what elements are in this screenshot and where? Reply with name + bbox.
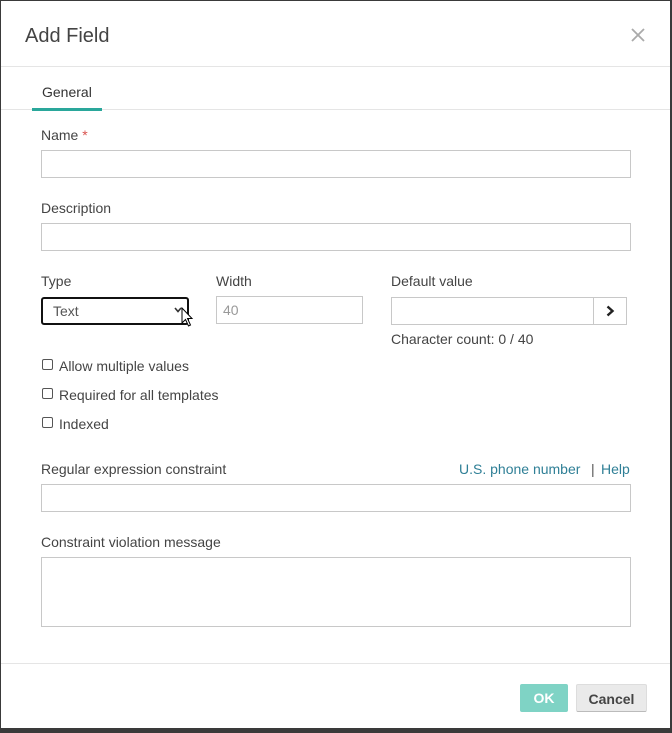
link-separator: | [591, 461, 595, 477]
dialog-title: Add Field [25, 25, 110, 47]
type-label: Type [41, 273, 72, 289]
name-input[interactable] [41, 150, 631, 178]
name-label: Name * [41, 127, 88, 143]
tab-general[interactable]: General [32, 84, 102, 111]
type-select[interactable]: Text [41, 297, 189, 325]
violation-message-textarea[interactable] [41, 557, 631, 627]
indexed-checkbox[interactable] [42, 417, 53, 428]
allow-multiple-checkbox[interactable] [42, 359, 53, 370]
default-value-input[interactable] [391, 297, 594, 325]
cancel-button[interactable]: Cancel [576, 684, 647, 712]
width-label: Width [216, 273, 252, 289]
chevron-right-icon [606, 305, 615, 317]
dialog-footer: OK Cancel [1, 663, 670, 729]
add-field-dialog: Add Field General Name * Description Typ… [1, 1, 670, 728]
type-selected-value: Text [53, 303, 79, 319]
us-phone-number-link[interactable]: U.S. phone number [459, 461, 580, 477]
character-count: Character count: 0 / 40 [391, 331, 534, 347]
ok-button[interactable]: OK [520, 684, 568, 712]
regex-input[interactable] [41, 484, 631, 512]
mouse-pointer-icon [181, 307, 194, 327]
help-link[interactable]: Help [601, 461, 630, 477]
close-icon[interactable] [626, 23, 650, 47]
required-marker: * [82, 127, 88, 143]
indexed-label: Indexed [59, 416, 109, 432]
description-label: Description [41, 200, 112, 216]
violation-message-label: Constraint violation message [41, 534, 221, 550]
description-input[interactable] [41, 223, 631, 251]
default-value-expand-button[interactable] [593, 297, 627, 325]
required-all-templates-label: Required for all templates [59, 387, 219, 403]
required-all-templates-checkbox[interactable] [42, 388, 53, 399]
regex-label: Regular expression constraint [41, 461, 227, 477]
allow-multiple-label: Allow multiple values [59, 358, 189, 374]
dialog-header: Add Field [1, 1, 670, 67]
name-label-text: Name [41, 127, 79, 143]
default-value-label: Default value [391, 273, 473, 289]
tab-bar: General [1, 67, 670, 111]
width-input[interactable] [216, 296, 363, 324]
